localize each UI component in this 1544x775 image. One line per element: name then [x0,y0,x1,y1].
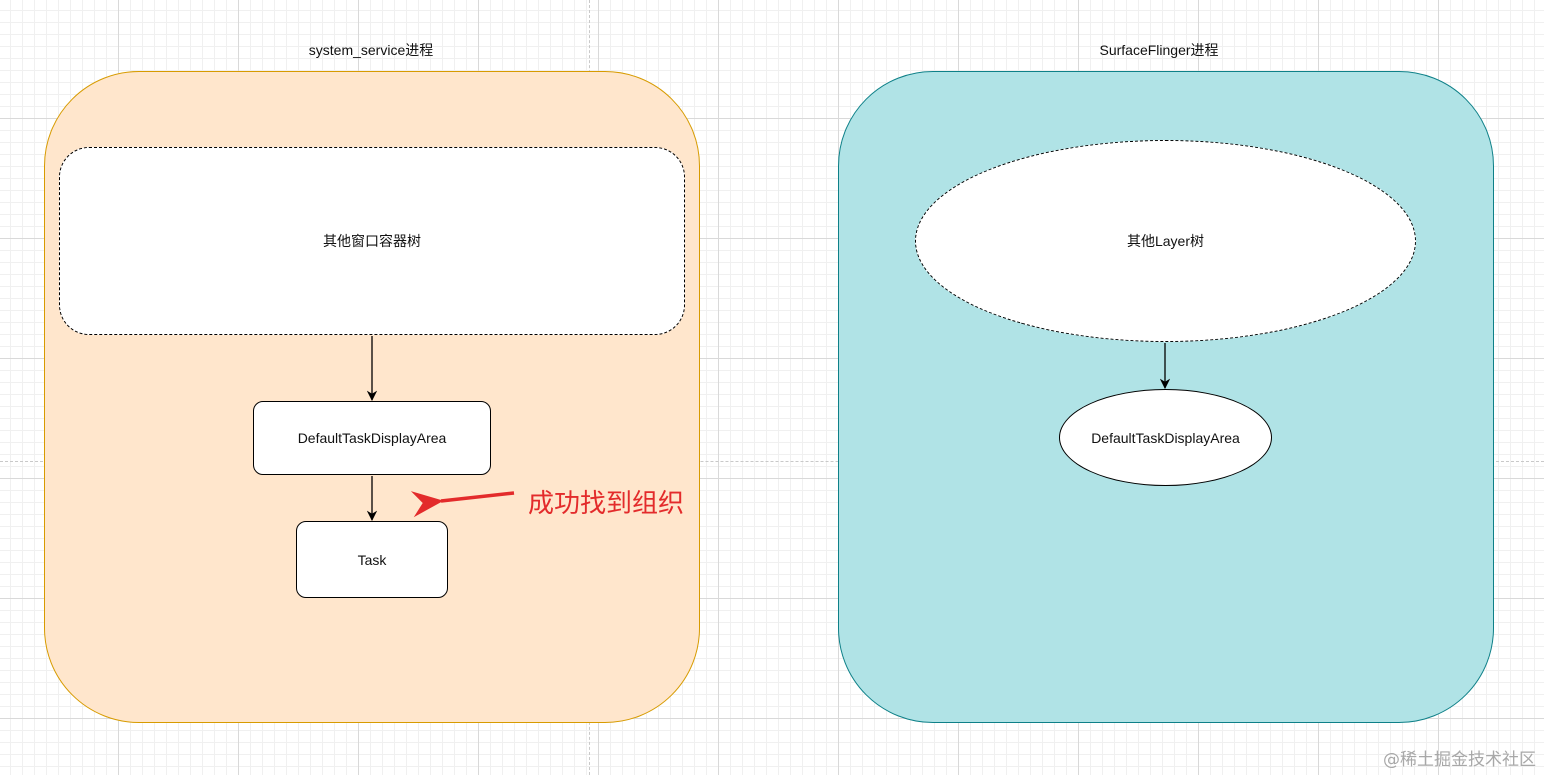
callout-text: 成功找到组织 [528,489,685,519]
callout-arrow [410,491,515,518]
watermark: @稀土掘金技术社区 [1383,750,1536,770]
connector-layer [366,336,1171,522]
